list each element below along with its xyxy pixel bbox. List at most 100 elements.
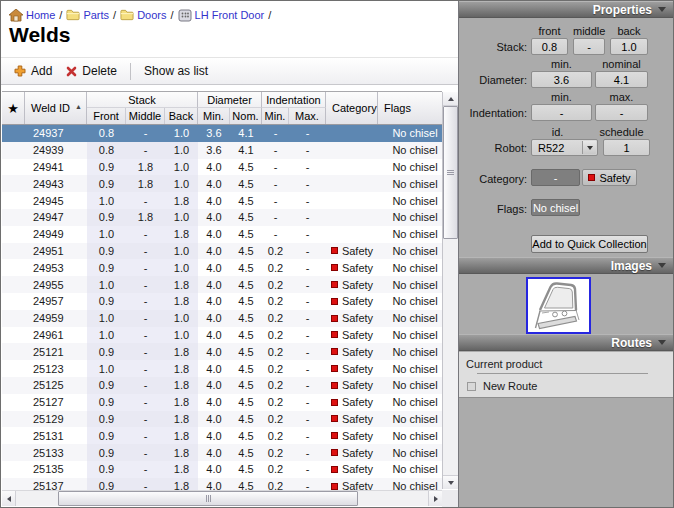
diameter-nominal-field[interactable]: 4.1 bbox=[595, 71, 648, 88]
route-checkbox[interactable] bbox=[467, 382, 476, 391]
middle-column-header[interactable]: Middle bbox=[126, 108, 165, 124]
stack-back-field[interactable]: 1.0 bbox=[610, 38, 648, 55]
horizontal-scroll-thumb[interactable] bbox=[58, 491, 358, 506]
table-row[interactable]: 249390.8-1.03.64.1--No chisel bbox=[2, 142, 442, 159]
value-cell: - bbox=[289, 195, 326, 207]
value-cell: - bbox=[126, 276, 165, 293]
horizontal-scrollbar[interactable] bbox=[2, 490, 442, 506]
category-safety-button[interactable]: Safety bbox=[582, 169, 637, 186]
scroll-down-button[interactable] bbox=[443, 475, 458, 489]
robot-schedule-field[interactable]: 1 bbox=[603, 139, 650, 156]
table-header: ★ Weld ID▲ Stack Diameter Indentation Fr… bbox=[2, 91, 442, 125]
value-cell: 4.1 bbox=[230, 127, 262, 139]
stack-front-field[interactable]: 0.8 bbox=[531, 38, 568, 55]
diameter-min-label: min. bbox=[531, 58, 592, 70]
show-as-list-button[interactable]: Show as list bbox=[137, 61, 215, 81]
grip-icon bbox=[206, 495, 211, 502]
weld-id-cell: 24945 bbox=[25, 195, 87, 207]
indentation-max-field[interactable]: - bbox=[595, 104, 648, 121]
stack-middle-field[interactable]: - bbox=[573, 38, 605, 55]
value-cell: - bbox=[126, 394, 165, 411]
flags-value-button[interactable]: No chisel bbox=[531, 199, 580, 216]
value-cell: No chisel bbox=[378, 480, 442, 490]
diameter-min-column-header[interactable]: Min. bbox=[198, 108, 230, 124]
breadcrumb-item-lh-front-door[interactable]: LH Front Door bbox=[178, 9, 265, 22]
table-row[interactable]: 249510.9-1.04.04.50.2-SafetyNo chisel bbox=[2, 243, 442, 260]
breadcrumb-item-doors[interactable]: Doors bbox=[120, 9, 166, 22]
table-row[interactable]: 249570.9-1.84.04.50.2-SafetyNo chisel bbox=[2, 293, 442, 310]
flags-column-header[interactable]: Flags bbox=[378, 92, 442, 124]
table-row[interactable]: 251330.9-1.84.04.50.2-SafetyNo chisel bbox=[2, 444, 442, 461]
weld-id-cell: 24949 bbox=[25, 228, 87, 240]
robot-id-combo[interactable]: R522 bbox=[531, 139, 598, 156]
scroll-left-button[interactable] bbox=[2, 491, 16, 506]
value-cell: 1.8 bbox=[165, 478, 198, 490]
table-row[interactable]: 249551.0-1.84.04.50.2-SafetyNo chisel bbox=[2, 276, 442, 293]
table-row[interactable]: 249410.91.81.04.04.5--No chisel bbox=[2, 159, 442, 176]
scroll-right-button[interactable] bbox=[428, 491, 442, 506]
table-row[interactable]: 251210.9-1.84.04.50.2-SafetyNo chisel bbox=[2, 343, 442, 360]
table-row[interactable]: 249591.0-1.04.04.50.2-SafetyNo chisel bbox=[2, 310, 442, 327]
category-column-header[interactable]: Category bbox=[326, 92, 378, 124]
diameter-group-header[interactable]: Diameter bbox=[198, 92, 262, 108]
table-row[interactable]: 251370.9-1.84.04.50.2-SafetyNo chisel bbox=[2, 478, 442, 490]
delete-button[interactable]: Delete bbox=[59, 61, 124, 81]
images-section-header[interactable]: Images bbox=[459, 257, 673, 274]
breadcrumb-item-parts[interactable]: Parts bbox=[66, 9, 109, 22]
star-column-header[interactable]: ★ bbox=[2, 92, 25, 124]
table-row[interactable]: 249451.0-1.84.04.5--No chisel bbox=[2, 192, 442, 209]
table-row[interactable]: 249611.0-1.04.04.50.2-SafetyNo chisel bbox=[2, 327, 442, 344]
table-row[interactable]: 249470.91.81.04.04.5--No chisel bbox=[2, 209, 442, 226]
breadcrumb-item-home[interactable]: Home bbox=[9, 9, 55, 22]
indentation-max-column-header[interactable]: Max. bbox=[289, 108, 326, 124]
value-cell: 4.1 bbox=[230, 144, 262, 156]
value-cell: - bbox=[289, 262, 326, 274]
welds-table: ★ Weld ID▲ Stack Diameter Indentation Fr… bbox=[2, 91, 458, 490]
add-to-quick-collection-button[interactable]: Add to Quick Collection bbox=[531, 235, 648, 253]
value-cell: 4.5 bbox=[230, 396, 262, 408]
table-row[interactable]: 251250.9-1.84.04.50.2-SafetyNo chisel bbox=[2, 377, 442, 394]
table-row[interactable]: 249491.0-1.84.04.5--No chisel bbox=[2, 226, 442, 243]
indentation-group-header[interactable]: Indentation bbox=[262, 92, 326, 108]
route-item[interactable]: New Route bbox=[467, 380, 537, 392]
image-thumbnail[interactable] bbox=[526, 277, 591, 334]
front-column-header[interactable]: Front bbox=[87, 108, 126, 124]
back-column-header[interactable]: Back bbox=[165, 108, 198, 124]
value-cell: - bbox=[126, 142, 165, 159]
value-cell: 4.5 bbox=[230, 447, 262, 459]
stack-group-header[interactable]: Stack bbox=[87, 92, 198, 108]
routes-section-header[interactable]: Routes bbox=[459, 334, 673, 351]
category-none-button[interactable]: - bbox=[531, 169, 580, 186]
table-row[interactable]: 249430.91.81.04.04.5--No chisel bbox=[2, 175, 442, 192]
indentation-min-column-header[interactable]: Min. bbox=[262, 108, 289, 124]
table-row[interactable]: 249370.8-1.03.64.1--No chisel bbox=[2, 125, 442, 142]
table-row[interactable]: 251290.9-1.84.04.50.2-SafetyNo chisel bbox=[2, 411, 442, 428]
indentation-min-field[interactable]: - bbox=[531, 104, 592, 121]
vertical-scroll-thumb[interactable] bbox=[443, 106, 458, 239]
table-row[interactable]: 249530.9-1.04.04.50.2-SafetyNo chisel bbox=[2, 259, 442, 276]
weld-id-column-header[interactable]: Weld ID▲ bbox=[25, 92, 87, 124]
add-button[interactable]: Add bbox=[7, 61, 59, 81]
breadcrumb-label: LH Front Door bbox=[195, 9, 265, 21]
diameter-nom-column-header[interactable]: Nom. bbox=[230, 108, 262, 124]
combo-dropdown-button[interactable] bbox=[582, 141, 596, 154]
routes-group-label: Current product bbox=[466, 358, 542, 370]
table-row[interactable]: 251350.9-1.84.04.50.2-SafetyNo chisel bbox=[2, 461, 442, 478]
diameter-min-field[interactable]: 3.6 bbox=[531, 71, 592, 88]
table-row[interactable]: 251310.9-1.84.04.50.2-SafetyNo chisel bbox=[2, 427, 442, 444]
vertical-scrollbar[interactable] bbox=[442, 92, 458, 489]
category-cell: Safety bbox=[326, 329, 378, 341]
breadcrumb: Home/Parts/Doors/LH Front Door/ bbox=[9, 7, 275, 23]
table-row[interactable]: 251270.9-1.84.04.50.2-SafetyNo chisel bbox=[2, 394, 442, 411]
scroll-up-button[interactable] bbox=[443, 92, 458, 106]
table-row[interactable]: 251231.0-1.84.04.50.2-SafetyNo chisel bbox=[2, 360, 442, 377]
value-cell: - bbox=[262, 144, 289, 156]
value-cell: - bbox=[126, 243, 165, 260]
value-cell: 0.2 bbox=[262, 329, 289, 341]
value-cell: No chisel bbox=[378, 430, 442, 442]
value-cell: 4.0 bbox=[198, 463, 230, 475]
value-cell: 0.9 bbox=[87, 444, 126, 461]
value-cell: 4.5 bbox=[230, 262, 262, 274]
value-cell: 0.9 bbox=[87, 259, 126, 276]
properties-section-header[interactable]: Properties bbox=[459, 1, 673, 18]
